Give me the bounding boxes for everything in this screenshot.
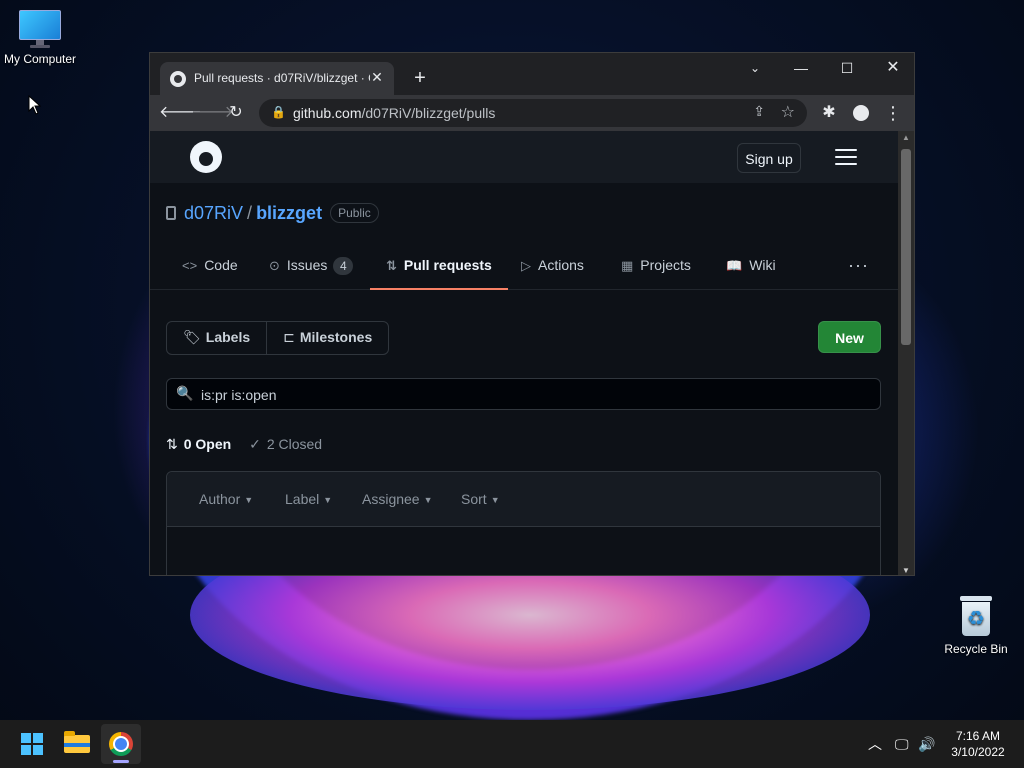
system-clock[interactable]: 7:16 AM 3/10/2022 [940,728,1016,760]
desktop-icon-recycle-bin[interactable]: ♻ Recycle Bin [936,596,1016,656]
recycle-bin-icon: ♻ [959,596,993,636]
extensions-puzzle-icon[interactable]: ✱ [816,100,842,126]
network-icon[interactable]: 🖵 [895,720,909,768]
labels-milestones-group: 🏷 Labels ⊏ Milestones [166,321,390,355]
assignee-filter[interactable]: Assignee ▼ [362,472,433,526]
pr-state-filters: ⇅ 0 Open ✓ 2 Closed [166,436,322,453]
caret-down-icon: ▼ [423,495,433,505]
sort-filter[interactable]: Sort ▼ [461,472,500,526]
address-bar[interactable]: 🔒 github.com/d07RiV/blizzget/pulls ⇪ ☆ [259,99,807,127]
tab-actions[interactable]: ▷ Actions [521,241,584,289]
folder-icon [64,731,90,753]
tab-pull-requests[interactable]: ⇅ Pull requests [370,241,508,290]
share-icon[interactable]: ⇪ [753,103,765,120]
bookmark-star-icon[interactable]: ☆ [781,102,795,122]
close-window-button[interactable]: ✕ [870,53,914,85]
chrome-taskbar-button[interactable] [101,724,141,764]
github-page: Sign up d07RiV / blizzget Public <> Code ⊙ Is… [150,131,898,575]
lock-icon: 🔒 [271,105,286,119]
pull-request-icon: ⇅ [386,258,397,273]
search-icon: 🔍 [176,385,194,401]
tab-close-icon[interactable]: ✕ [368,68,386,86]
scroll-up-icon[interactable]: ▲ [902,133,910,142]
caret-down-icon: ▼ [490,495,500,505]
tab-strip: Pull requests · d07RiV/blizzget · G ✕ + … [150,53,914,95]
pr-list-filters: Author ▼ Label ▼ Assignee ▼ Sort ▼ [167,472,880,527]
desktop-icon-label: My Computer [3,52,77,66]
sign-up-button[interactable]: Sign up [737,143,801,173]
scrollbar-thumb[interactable] [901,149,911,345]
play-icon: ▷ [521,258,531,273]
caret-down-icon: ▼ [244,495,254,505]
hamburger-menu-icon[interactable] [835,149,857,165]
closed-prs-link[interactable]: ✓ 2 Closed [249,436,322,452]
book-icon: 📖 [726,258,743,273]
issues-count-badge: 4 [333,257,354,275]
maximize-button[interactable]: ☐ [824,53,870,85]
browser-toolbar: 🡐 🡒 ↻ 🔒 github.com/d07RiV/blizzget/pulls… [150,95,914,131]
tab-projects[interactable]: ▦ Projects [621,241,691,289]
table-icon: ▦ [621,258,634,273]
repo-owner-link[interactable]: d07RiV [184,203,243,223]
pull-request-icon: ⇅ [166,436,178,452]
browser-window: Pull requests · d07RiV/blizzget · G ✕ + … [149,52,915,576]
chrome-icon [109,732,133,756]
back-button[interactable]: 🡐 [159,100,202,126]
reload-button[interactable]: ↻ [223,100,249,126]
visibility-badge: Public [330,203,379,223]
desktop-icon-label: Recycle Bin [944,642,1008,656]
taskbar: ︿ 🖵 🔊 7:16 AM 3/10/2022 [0,720,1024,768]
new-tab-button[interactable]: + [408,67,432,91]
forward-button[interactable]: 🡒 [191,100,234,126]
author-filter[interactable]: Author ▼ [199,472,253,526]
milestones-button[interactable]: ⊏ Milestones [266,322,388,354]
repo-separator: / [247,203,253,223]
milestone-icon: ⊏ [283,329,295,345]
repo-icon [166,206,176,220]
open-prs-link[interactable]: ⇅ 0 Open [166,436,231,452]
tab-code[interactable]: <> Code [182,241,238,289]
browser-tab[interactable]: Pull requests · d07RiV/blizzget · G ✕ [160,62,394,95]
tab-wiki[interactable]: 📖 Wiki [726,241,776,289]
labels-button[interactable]: 🏷 Labels [167,322,266,354]
address-url[interactable]: github.com/d07RiV/blizzget/pulls [293,105,495,121]
code-icon: <> [182,258,198,273]
minimize-button[interactable]: — [778,53,824,85]
new-pull-request-button[interactable]: New [818,321,881,353]
tab-search-dropdown-icon[interactable]: ⌄ [732,53,778,85]
caret-down-icon: ▼ [323,495,333,505]
github-logo-icon[interactable] [190,141,222,173]
repo-name-link[interactable]: blizzget [256,203,322,223]
github-favicon-icon [170,71,186,87]
scroll-down-icon[interactable]: ▼ [902,566,910,575]
mouse-cursor-icon [28,95,42,115]
pr-list-box: Author ▼ Label ▼ Assignee ▼ Sort ▼ [166,471,881,575]
clock-time: 7:16 AM [955,729,1001,743]
clock-date: 3/10/2022 [951,745,1005,759]
search-input[interactable] [199,383,873,407]
browser-menu-icon[interactable]: ⋮ [880,100,906,126]
repo-nav: <> Code ⊙ Issues 4 ⇅ Pull requests ▷ Actions … [150,241,898,290]
more-tabs-icon[interactable]: ··· [848,241,869,289]
tag-icon: 🏷 [183,329,201,345]
pull-request-search: 🔍 [166,378,881,410]
issue-icon: ⊙ [269,258,280,273]
monitor-icon [19,10,61,48]
tab-issues[interactable]: ⊙ Issues 4 [269,241,354,289]
volume-icon[interactable]: 🔊 [918,720,935,768]
tab-title: Pull requests · d07RiV/blizzget · G [194,71,370,85]
start-button[interactable] [12,724,52,764]
show-hidden-icons-icon[interactable]: ︿ [868,720,882,768]
check-icon: ✓ [249,436,261,452]
label-filter[interactable]: Label ▼ [285,472,332,526]
github-header: Sign up [150,131,898,183]
file-explorer-button[interactable] [57,724,97,764]
page-scrollbar[interactable]: ▲ ▼ [898,131,914,575]
windows-logo-icon [21,733,43,755]
profile-avatar-icon[interactable] [848,100,874,126]
repo-title: d07RiV / blizzget Public [166,203,379,224]
desktop-icon-my-computer[interactable]: My Computer [0,10,80,66]
